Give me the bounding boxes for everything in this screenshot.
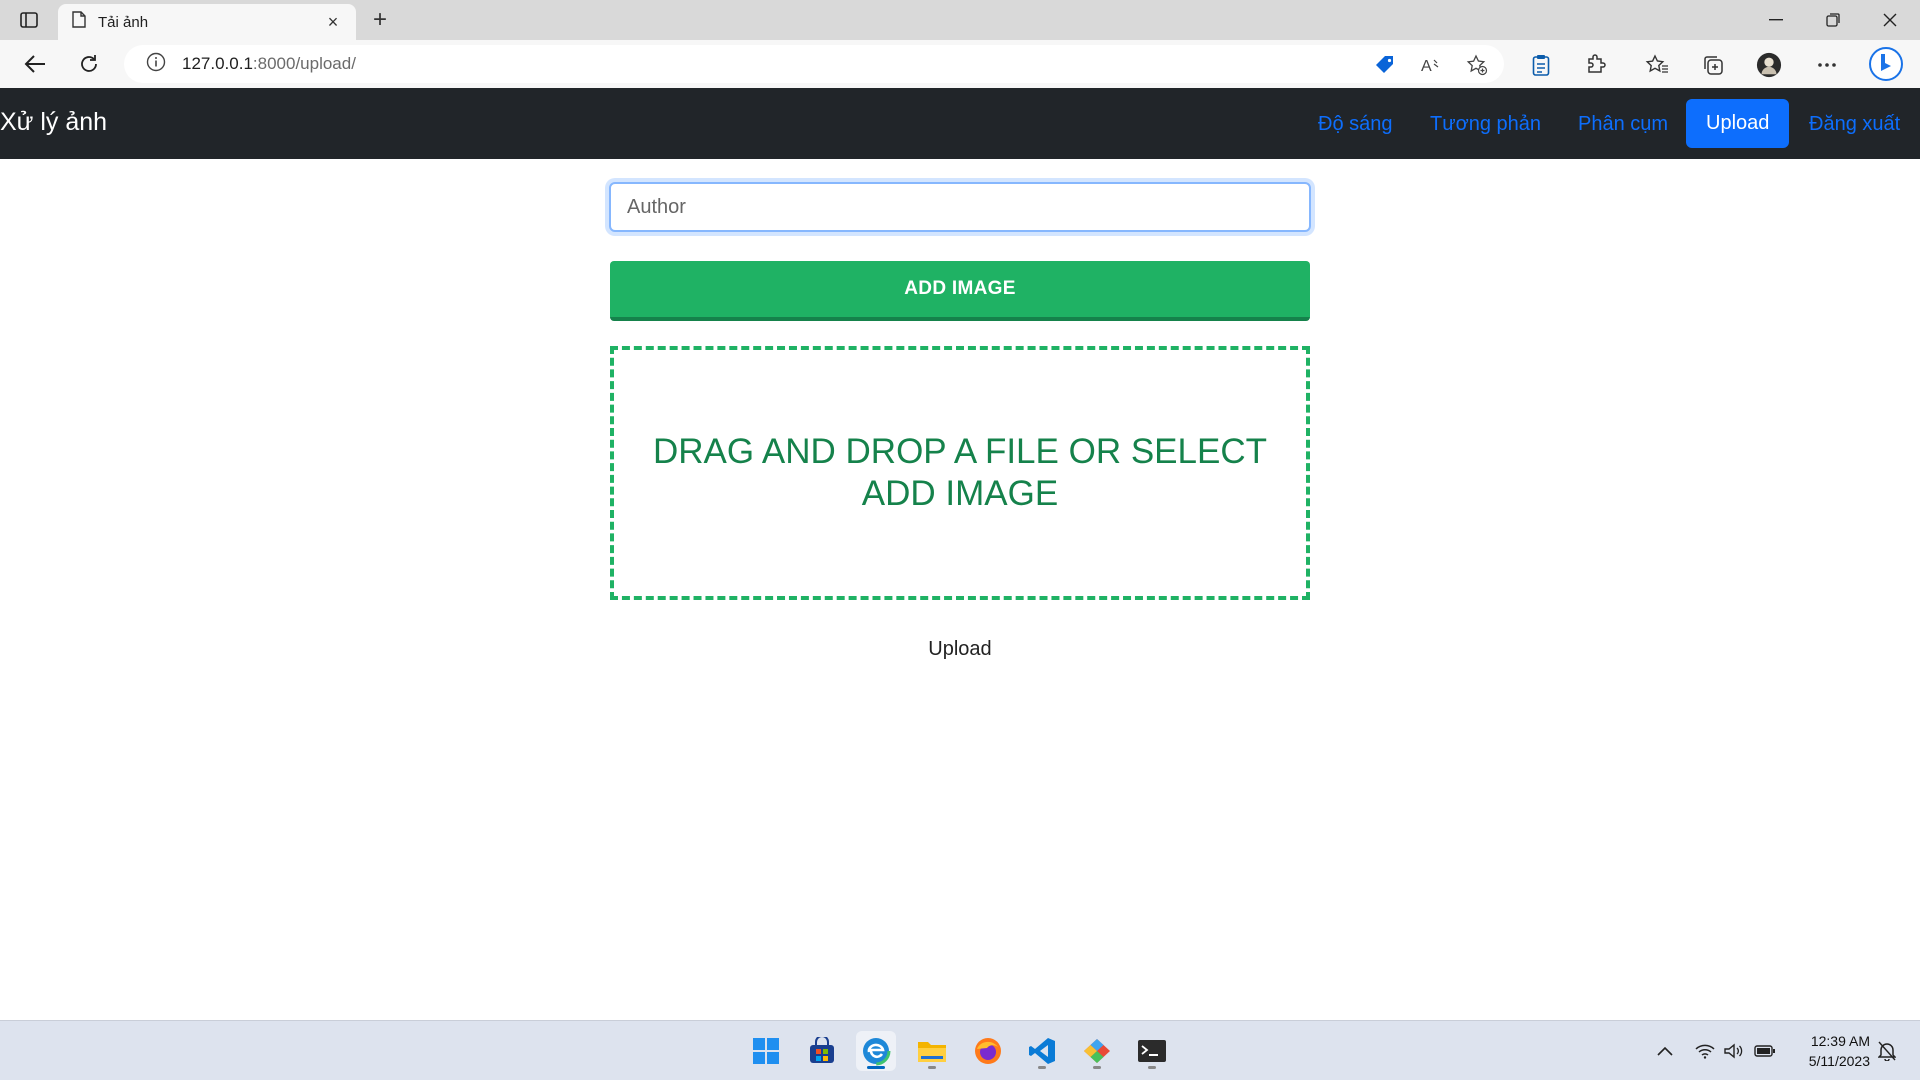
git-client-icon[interactable] <box>1077 1031 1117 1071</box>
browser-tab[interactable]: Tải ảnh × <box>58 4 356 40</box>
new-tab-icon[interactable]: + <box>366 6 394 33</box>
favorites-icon[interactable] <box>1644 52 1670 78</box>
site-info-icon[interactable] <box>146 52 166 77</box>
tab-title: Tải ảnh <box>98 13 149 31</box>
back-icon[interactable] <box>20 50 50 78</box>
upload-button[interactable]: Upload <box>0 638 1920 661</box>
running-app-indicator <box>1093 1066 1101 1069</box>
nav-link-logout[interactable]: Đăng xuất <box>1809 106 1900 142</box>
terminal-icon[interactable] <box>1132 1031 1172 1071</box>
windows-start-icon[interactable] <box>746 1031 786 1071</box>
running-app-indicator <box>1148 1066 1156 1069</box>
running-app-indicator <box>1038 1066 1046 1069</box>
brand-title[interactable]: Xử lý ảnh <box>0 108 107 137</box>
minimize-icon[interactable] <box>1756 6 1796 34</box>
close-window-icon[interactable] <box>1870 6 1910 34</box>
chevron-up-icon[interactable] <box>1654 1040 1676 1062</box>
nav-link-upload[interactable]: Upload <box>1686 99 1790 148</box>
collections-icon[interactable] <box>1700 52 1726 78</box>
nav-link-brightness[interactable]: Độ sáng <box>1318 106 1393 142</box>
page-icon <box>72 11 86 33</box>
system-clock[interactable]: 12:39 AM 5/11/2023 <box>1786 1031 1870 1071</box>
edge-browser-icon[interactable] <box>856 1031 896 1071</box>
svg-text:A: A <box>1421 58 1432 75</box>
profile-avatar-icon[interactable] <box>1756 52 1782 78</box>
refresh-icon[interactable] <box>74 50 104 78</box>
bing-chat-icon[interactable] <box>1868 46 1904 82</box>
browser-tab-bar: Tải ảnh × + <box>0 0 1920 40</box>
close-tab-icon[interactable]: × <box>324 12 342 32</box>
address-bar[interactable]: 127.0.0.1:8000/upload/ A <box>124 45 1504 83</box>
taskbar: 12:39 AM 5/11/2023 <box>0 1020 1920 1080</box>
restore-icon[interactable] <box>1813 6 1853 34</box>
nav-link-clustering[interactable]: Phân cụm <box>1578 106 1668 142</box>
wifi-icon[interactable] <box>1694 1040 1716 1062</box>
store-icon[interactable] <box>802 1031 842 1071</box>
add-favorite-icon[interactable] <box>1466 54 1488 76</box>
drop-zone-text: DRAG AND DROP A FILE OR SELECT ADD IMAGE <box>653 432 1267 513</box>
clock-time: 12:39 AM <box>1810 1033 1870 1049</box>
clipboard-icon[interactable] <box>1528 52 1554 78</box>
extensions-icon[interactable] <box>1583 52 1609 78</box>
running-app-indicator <box>928 1066 936 1069</box>
browser-toolbar: 127.0.0.1:8000/upload/ A <box>0 40 1920 88</box>
read-aloud-icon[interactable]: A <box>1420 54 1442 76</box>
notification-bell-icon[interactable] <box>1876 1040 1898 1062</box>
vscode-icon[interactable] <box>1022 1031 1062 1071</box>
battery-icon[interactable] <box>1754 1040 1776 1062</box>
add-image-button[interactable]: ADD IMAGE <box>610 261 1310 321</box>
clock-date: 5/11/2023 <box>1808 1053 1870 1069</box>
file-drop-zone[interactable]: DRAG AND DROP A FILE OR SELECT ADD IMAGE <box>610 346 1310 600</box>
more-menu-icon[interactable] <box>1814 52 1840 78</box>
nav-link-contrast[interactable]: Tương phản <box>1430 106 1541 142</box>
active-app-indicator <box>867 1066 885 1069</box>
url-text: 127.0.0.1:8000/upload/ <box>182 54 356 73</box>
tab-actions-icon[interactable] <box>16 8 42 32</box>
author-input[interactable] <box>609 182 1311 232</box>
volume-icon[interactable] <box>1722 1040 1744 1062</box>
app-navbar: Xử lý ảnh Độ sáng Tương phản Phân cụm Up… <box>0 88 1920 159</box>
firefox-icon[interactable] <box>968 1031 1008 1071</box>
file-explorer-icon[interactable] <box>912 1031 952 1071</box>
coupon-tag-icon[interactable] <box>1374 54 1396 76</box>
